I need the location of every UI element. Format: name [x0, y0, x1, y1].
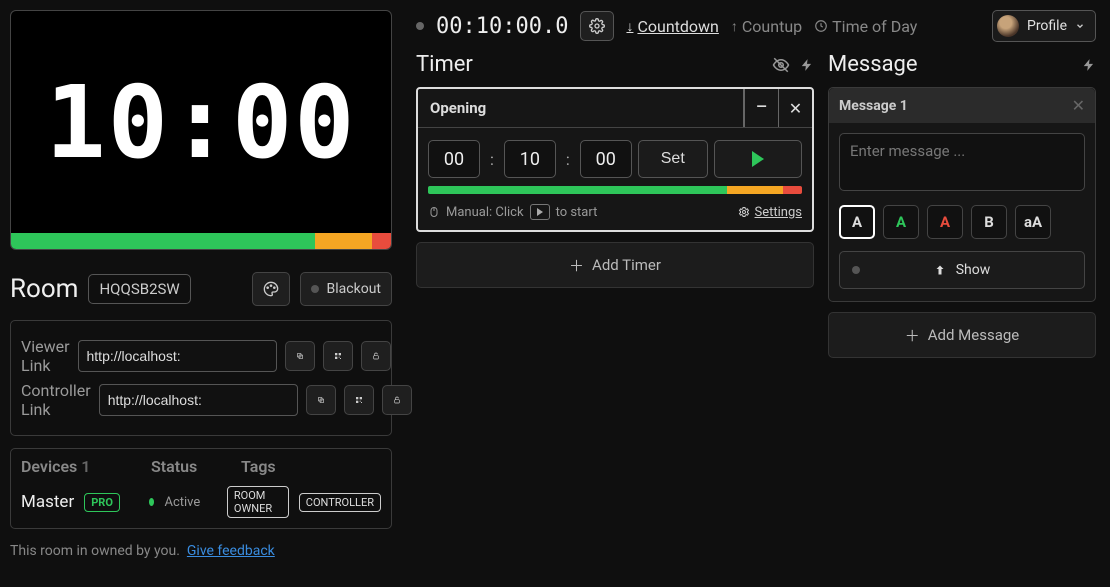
add-message-button[interactable]: ＋ Add Message [828, 312, 1096, 358]
devices-header: Devices [21, 457, 77, 476]
timer-hours-input[interactable]: 00 [428, 140, 480, 178]
arrow-up-icon: ↑ [731, 18, 738, 35]
footer-note: This room in owned by you. Give feedback [10, 543, 392, 559]
active-dot-icon [149, 498, 154, 506]
close-icon: ✕ [1072, 96, 1085, 115]
timer-name[interactable]: Opening [418, 89, 744, 127]
status-dot [416, 22, 424, 30]
preview-progress-bar [11, 233, 391, 249]
device-name: Master [21, 492, 74, 512]
give-feedback-link[interactable]: Give feedback [187, 543, 275, 559]
color-palette-button[interactable] [252, 272, 290, 306]
arrow-down-icon: ↓ [626, 18, 633, 35]
timer-progress-bar [428, 186, 802, 194]
message-flash-button[interactable] [1082, 57, 1096, 73]
clock-icon [814, 19, 828, 33]
device-tag: ROOM OWNER [227, 486, 289, 518]
device-status: Active [164, 495, 200, 510]
message-card: Message 1 ✕ A A A B aA Show [828, 87, 1096, 302]
message-name[interactable]: Message 1 [839, 98, 908, 114]
mode-countdown[interactable]: ↓Countdown [626, 17, 718, 36]
unlock-icon [393, 393, 401, 407]
copy-controller-link-button[interactable] [306, 385, 336, 415]
avatar [997, 15, 1019, 37]
profile-button[interactable]: Profile [992, 10, 1096, 42]
play-icon [752, 151, 764, 167]
mouse-icon [428, 205, 440, 219]
viewer-link-input[interactable] [78, 340, 277, 372]
topbar-time: 00:10:00.0 [436, 14, 568, 39]
arrow-up-icon [934, 263, 946, 277]
blackout-button[interactable]: Blackout [300, 272, 392, 306]
chevron-down-icon [1075, 21, 1085, 31]
timer-panel-title: Timer [416, 52, 473, 77]
plus-icon: ＋ [905, 325, 920, 346]
eye-off-icon [772, 56, 790, 74]
flash-button[interactable] [800, 57, 814, 73]
qr-icon [355, 393, 363, 407]
room-code[interactable]: HQQSB2SW [88, 274, 190, 304]
device-tag: CONTROLLER [299, 493, 381, 512]
device-row: Master PRO Active ROOM OWNER CONTROLLER [21, 486, 381, 518]
copy-viewer-link-button[interactable] [285, 341, 315, 371]
text-color-green-button[interactable]: A [883, 205, 919, 239]
gear-icon [589, 18, 605, 34]
devices-box: Devices 1 Status Tags Master PRO Active … [10, 448, 392, 529]
tiny-play-icon [530, 204, 550, 220]
qr-icon [334, 349, 342, 363]
profile-label: Profile [1027, 18, 1067, 34]
minimize-timer-button[interactable]: − [744, 89, 778, 127]
visibility-toggle-button[interactable] [772, 56, 790, 74]
mode-countup[interactable]: ↑Countup [731, 17, 802, 36]
qr-controller-link-button[interactable] [344, 385, 374, 415]
play-button[interactable] [714, 140, 802, 178]
timer-seconds-input[interactable]: 00 [580, 140, 632, 178]
text-color-red-button[interactable]: A [927, 205, 963, 239]
copy-icon [296, 349, 304, 363]
close-timer-button[interactable]: ✕ [778, 89, 812, 127]
tags-header: Tags [241, 457, 276, 476]
palette-icon [263, 281, 279, 297]
room-title: Room [10, 274, 78, 304]
viewer-link-label: Viewer Link [21, 337, 70, 375]
manual-hint: Manual: Click to start [428, 204, 597, 220]
message-textarea[interactable] [839, 133, 1085, 191]
show-message-button[interactable]: Show [839, 251, 1085, 289]
add-timer-button[interactable]: ＋ Add Timer [416, 242, 814, 288]
controller-link-label: Controller Link [21, 381, 91, 419]
pro-badge: PRO [84, 493, 120, 512]
status-dot [311, 285, 319, 293]
bold-button[interactable]: B [971, 205, 1007, 239]
mode-time-of-day[interactable]: Time of Day [814, 17, 917, 36]
plus-icon: ＋ [569, 255, 584, 276]
uppercase-button[interactable]: aA [1015, 205, 1051, 239]
unlock-icon [372, 349, 380, 363]
close-message-button[interactable]: ✕ [1072, 96, 1085, 115]
close-icon: ✕ [789, 99, 802, 118]
controller-link-input[interactable] [99, 384, 298, 416]
text-color-white-button[interactable]: A [839, 205, 875, 239]
copy-icon [317, 393, 325, 407]
timer-minutes-input[interactable]: 10 [504, 140, 556, 178]
timer-card: Opening − ✕ 00 : 10 : 00 Set [416, 87, 814, 232]
bolt-icon [1082, 57, 1096, 73]
status-dot [852, 266, 860, 274]
message-panel-title: Message [828, 52, 918, 77]
timer-preview: 10:00 [10, 10, 392, 250]
status-header: Status [151, 457, 211, 476]
bolt-icon [800, 57, 814, 73]
set-button[interactable]: Set [638, 140, 708, 178]
timer-settings-link[interactable]: Settings [738, 205, 802, 220]
lock-viewer-link-button[interactable] [361, 341, 391, 371]
links-box: Viewer Link Controller Link [10, 320, 392, 436]
gear-icon [738, 206, 750, 218]
blackout-label: Blackout [327, 281, 381, 297]
qr-viewer-link-button[interactable] [323, 341, 353, 371]
settings-button[interactable] [580, 11, 614, 41]
preview-time: 10:00 [11, 11, 391, 233]
devices-count: 1 [81, 457, 90, 476]
